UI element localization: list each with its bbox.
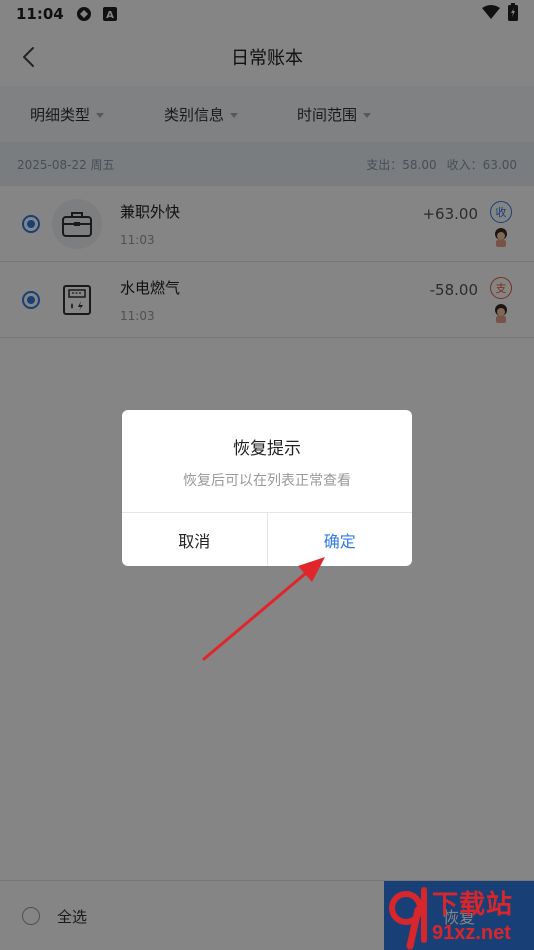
watermark-site: 91xz.net xyxy=(432,922,511,944)
restore-confirm-dialog: 恢复提示 恢复后可以在列表正常查看 取消 确定 xyxy=(122,410,412,566)
dialog-buttons: 取消 确定 xyxy=(122,512,412,566)
confirm-button[interactable]: 确定 xyxy=(268,513,413,566)
dialog-message: 恢复后可以在列表正常查看 xyxy=(183,473,351,489)
watermark-logo: 下载站 91xz.net xyxy=(384,880,534,950)
cancel-button[interactable]: 取消 xyxy=(122,513,268,566)
watermark-top-text: 下载站 xyxy=(432,890,514,920)
watermark-mark-icon xyxy=(389,887,427,950)
dialog-title: 恢复提示 xyxy=(233,439,301,459)
